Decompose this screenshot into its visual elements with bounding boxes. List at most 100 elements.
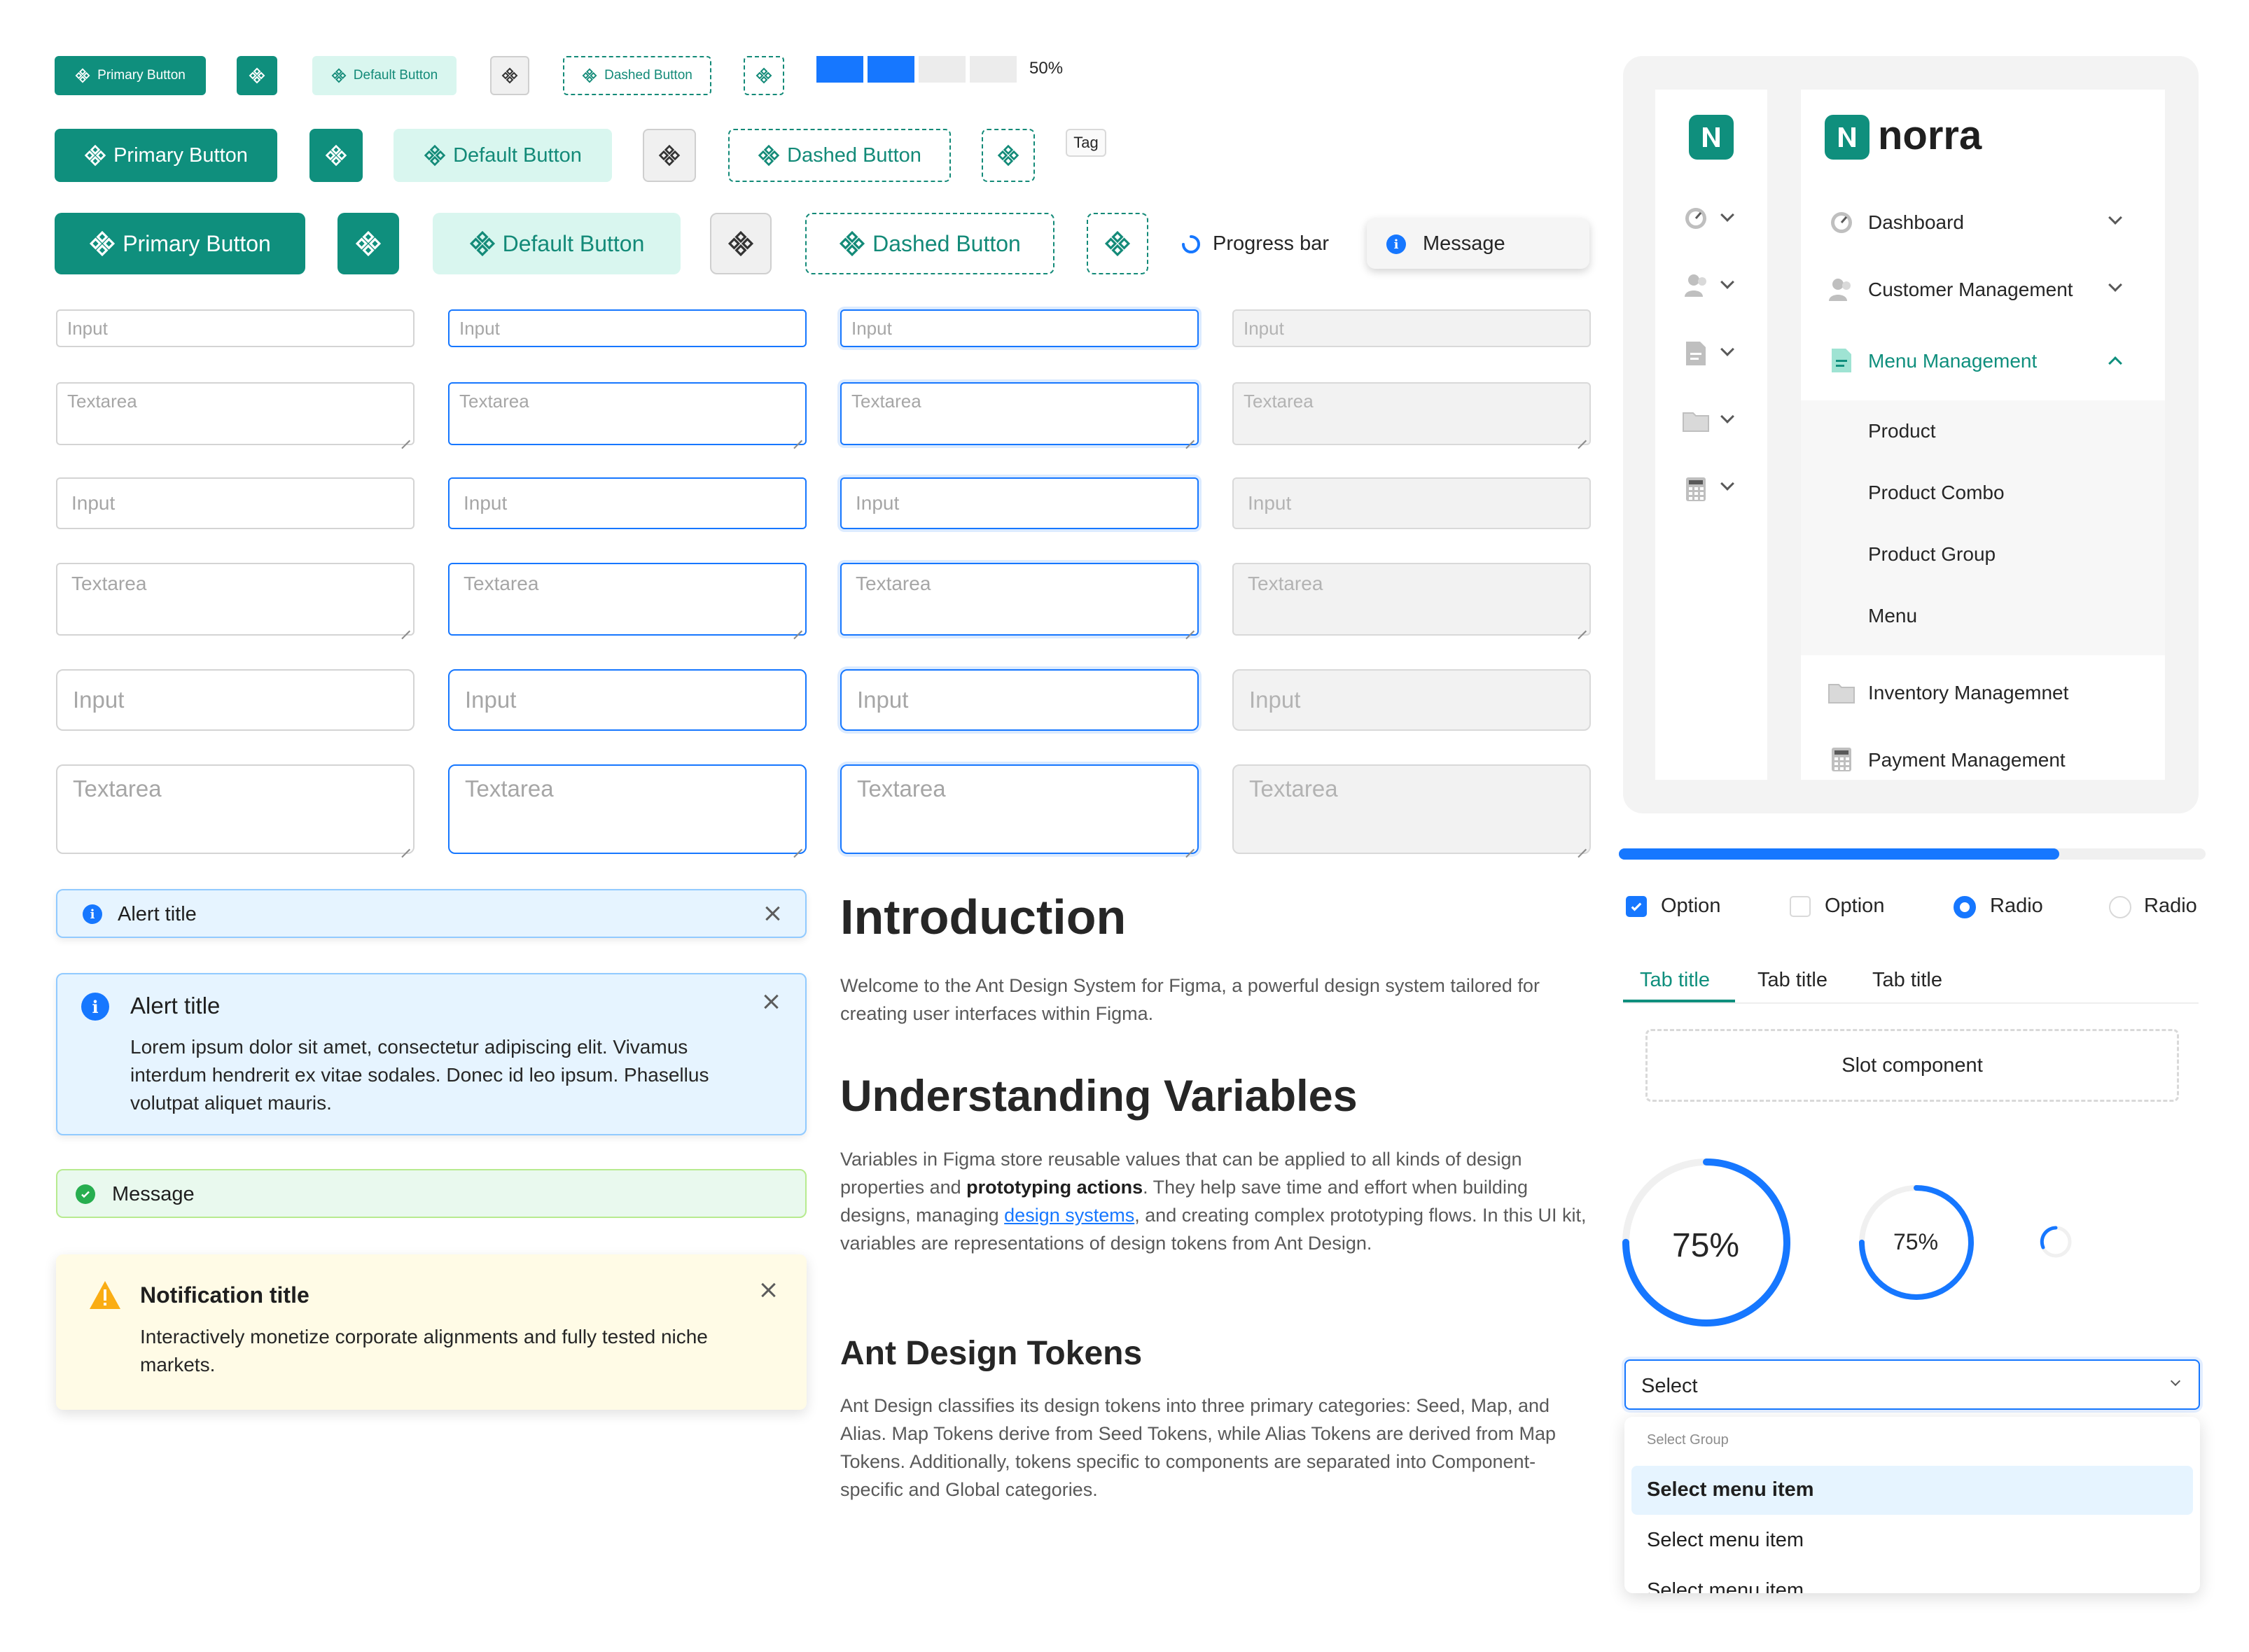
component-icon — [84, 144, 106, 167]
sidebar-item-payment-management[interactable]: Payment Management — [1801, 734, 2165, 780]
select-option[interactable]: Select menu item — [1631, 1516, 2193, 1565]
chevron-down-icon[interactable] — [2108, 211, 2122, 225]
dashed-button-large[interactable]: Dashed Button — [805, 213, 1054, 274]
resize-handle[interactable] — [401, 840, 410, 850]
input-large-hover[interactable]: Input — [448, 669, 807, 731]
input-small-hover[interactable]: Input — [448, 309, 807, 347]
gray-icon-button-large[interactable] — [710, 213, 772, 274]
component-icon — [727, 230, 754, 257]
resize-handle[interactable] — [1185, 622, 1195, 631]
radio-checked[interactable] — [1954, 896, 1976, 918]
input-large-default[interactable]: Input — [56, 669, 415, 731]
resize-handle[interactable] — [1185, 840, 1195, 850]
loading-spinner-icon — [1182, 235, 1200, 253]
select-dropdown: Select Group Select menu item Select men… — [1624, 1417, 2200, 1593]
sidebar-item-menu-management[interactable]: Menu Management — [1801, 333, 2165, 389]
input-medium-focus[interactable]: Input — [840, 477, 1199, 529]
textarea-small-hover[interactable]: Textarea — [448, 382, 807, 445]
resize-handle — [1577, 431, 1587, 441]
dashed-icon-button-medium[interactable] — [982, 129, 1035, 182]
textarea-medium-default[interactable]: Textarea — [56, 563, 415, 636]
input-small-focus[interactable]: Input — [840, 309, 1199, 347]
default-button-label: Default Button — [353, 68, 438, 83]
dashboard-gauge-icon[interactable] — [1683, 206, 1708, 231]
textarea-placeholder: Textarea — [67, 391, 137, 412]
select-input[interactable]: Select — [1624, 1359, 2200, 1410]
sidebar-item-customer-management[interactable]: Customer Management — [1801, 262, 2165, 318]
checkbox-checked[interactable] — [1626, 896, 1647, 917]
resize-handle[interactable] — [793, 840, 802, 850]
primary-icon-button-large[interactable] — [337, 213, 399, 274]
component-icon — [249, 67, 265, 84]
dashed-icon-button-large[interactable] — [1087, 213, 1148, 274]
input-placeholder: Input — [851, 317, 892, 339]
chevron-down-icon[interactable] — [1720, 477, 1734, 491]
resize-handle[interactable] — [793, 622, 802, 631]
input-large-disabled: Input — [1232, 669, 1591, 731]
resize-handle[interactable] — [401, 622, 410, 631]
textarea-medium-focus[interactable]: Textarea — [840, 563, 1199, 636]
primary-button-small[interactable]: Primary Button — [55, 56, 206, 95]
input-small-default[interactable]: Input — [56, 309, 415, 347]
submenu-item-menu[interactable]: Menu — [1868, 605, 1917, 627]
design-systems-link[interactable]: design systems — [1004, 1205, 1134, 1226]
sidebar-item-dashboard[interactable]: Dashboard — [1801, 195, 2165, 251]
checkbox-unchecked[interactable] — [1790, 896, 1811, 917]
primary-icon-button-medium[interactable] — [309, 129, 363, 182]
primary-button-large[interactable]: Primary Button — [55, 213, 305, 274]
tab-2[interactable]: Tab title — [1757, 969, 1827, 992]
primary-icon-button-small[interactable] — [237, 56, 277, 95]
default-button-large[interactable]: Default Button — [433, 213, 681, 274]
default-button-small[interactable]: Default Button — [312, 56, 457, 95]
tab-3[interactable]: Tab title — [1872, 969, 1942, 992]
resize-handle[interactable] — [401, 431, 410, 441]
document-icon[interactable] — [1685, 340, 1707, 367]
dashed-button-medium[interactable]: Dashed Button — [728, 129, 951, 182]
component-icon — [1104, 230, 1131, 257]
dashed-icon-button-small[interactable] — [744, 56, 784, 95]
submenu-item-product-group[interactable]: Product Group — [1868, 543, 1996, 566]
textarea-medium-hover[interactable]: Textarea — [448, 563, 807, 636]
primary-button-medium[interactable]: Primary Button — [55, 129, 277, 182]
close-icon[interactable] — [762, 993, 780, 1011]
radio-unchecked[interactable] — [2109, 896, 2131, 918]
step-segment-empty — [970, 56, 1017, 83]
resize-handle[interactable] — [1185, 431, 1195, 441]
folder-icon[interactable] — [1682, 410, 1710, 433]
close-icon[interactable] — [759, 1281, 777, 1299]
textarea-large-focus[interactable]: Textarea — [840, 764, 1199, 854]
chevron-down-icon[interactable] — [1720, 342, 1734, 356]
input-large-focus[interactable]: Input — [840, 669, 1199, 731]
textarea-small-focus[interactable]: Textarea — [840, 382, 1199, 445]
textarea-placeholder: Textarea — [1248, 573, 1323, 594]
input-medium-hover[interactable]: Input — [448, 477, 807, 529]
chevron-down-icon[interactable] — [1720, 410, 1734, 424]
chevron-down-icon[interactable] — [1720, 275, 1734, 289]
submenu-item-product-combo[interactable]: Product Combo — [1868, 482, 2005, 504]
chevron-up-icon[interactable] — [2108, 356, 2122, 370]
default-button-medium[interactable]: Default Button — [394, 129, 612, 182]
resize-handle[interactable] — [793, 431, 802, 441]
tab-1[interactable]: Tab title — [1640, 969, 1710, 992]
gray-icon-button-medium[interactable] — [643, 129, 696, 182]
input-medium-default[interactable]: Input — [56, 477, 415, 529]
brand-logo-icon — [1825, 115, 1869, 160]
users-icon[interactable] — [1683, 273, 1710, 298]
dashed-button-small[interactable]: Dashed Button — [563, 56, 711, 95]
submenu-item-product[interactable]: Product — [1868, 420, 1936, 442]
close-icon[interactable] — [763, 904, 781, 923]
chevron-down-icon[interactable] — [2108, 278, 2122, 292]
component-icon — [355, 230, 382, 257]
select-option-label: Select menu item — [1647, 1478, 1814, 1501]
textarea-small-default[interactable]: Textarea — [56, 382, 415, 445]
resize-handle — [1577, 622, 1587, 631]
gray-icon-button-small[interactable] — [490, 56, 529, 95]
select-option[interactable]: Select menu item — [1631, 1567, 2193, 1593]
chevron-down-icon[interactable] — [1720, 208, 1734, 222]
textarea-large-hover[interactable]: Textarea — [448, 764, 807, 854]
calculator-icon[interactable] — [1685, 476, 1707, 503]
textarea-placeholder: Textarea — [464, 573, 539, 594]
select-option-active[interactable]: Select menu item — [1631, 1466, 2193, 1515]
sidebar-item-inventory-management[interactable]: Inventory Managemnet — [1801, 666, 2165, 722]
textarea-large-default[interactable]: Textarea — [56, 764, 415, 854]
